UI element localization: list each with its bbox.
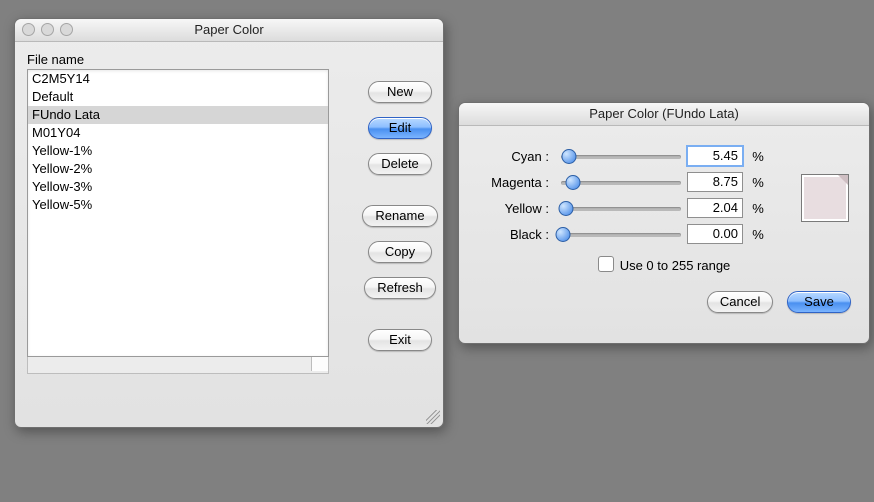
traffic-lights bbox=[22, 23, 73, 36]
titlebar[interactable]: Paper Color bbox=[15, 19, 443, 42]
magenta-value-input[interactable]: 8.75 bbox=[687, 172, 743, 192]
yellow-label: Yellow : bbox=[477, 201, 555, 216]
paper-color-edit-window: Paper Color (FUndo Lata) Cyan : 5.45 % M… bbox=[458, 102, 870, 344]
close-icon[interactable] bbox=[22, 23, 35, 36]
delete-button[interactable]: Delete bbox=[368, 153, 432, 175]
copy-button[interactable]: Copy bbox=[368, 241, 432, 263]
color-swatch bbox=[801, 174, 849, 222]
window-title: Paper Color (FUndo Lata) bbox=[589, 106, 739, 121]
black-row: Black : 0.00 % bbox=[477, 222, 851, 246]
window-title: Paper Color bbox=[194, 22, 263, 37]
list-item[interactable]: C2M5Y14 bbox=[28, 70, 328, 88]
percent-label: % bbox=[749, 149, 767, 164]
range-checkbox-label: Use 0 to 255 range bbox=[620, 258, 731, 273]
yellow-value-input[interactable]: 2.04 bbox=[687, 198, 743, 218]
file-name-label: File name bbox=[27, 52, 431, 67]
yellow-slider[interactable] bbox=[561, 201, 681, 215]
range-checkbox-row: Use 0 to 255 range bbox=[477, 256, 851, 273]
cancel-button[interactable]: Cancel bbox=[707, 291, 773, 313]
titlebar[interactable]: Paper Color (FUndo Lata) bbox=[459, 103, 869, 126]
list-item[interactable]: Default bbox=[28, 88, 328, 106]
refresh-button[interactable]: Refresh bbox=[364, 277, 436, 299]
zoom-icon[interactable] bbox=[60, 23, 73, 36]
list-item[interactable]: Yellow-1% bbox=[28, 142, 328, 160]
cyan-slider[interactable] bbox=[561, 149, 681, 163]
range-checkbox[interactable] bbox=[598, 256, 614, 272]
percent-label: % bbox=[749, 175, 767, 190]
horizontal-scrollbar[interactable] bbox=[27, 357, 329, 374]
yellow-row: Yellow : 2.04 % bbox=[477, 196, 851, 220]
cyan-label: Cyan : bbox=[477, 149, 555, 164]
save-button[interactable]: Save bbox=[787, 291, 851, 313]
resize-grip-icon[interactable] bbox=[426, 410, 440, 424]
exit-button[interactable]: Exit bbox=[368, 329, 432, 351]
magenta-slider[interactable] bbox=[561, 175, 681, 189]
scrollbar-thumb[interactable] bbox=[311, 357, 328, 371]
edit-button[interactable]: Edit bbox=[368, 117, 432, 139]
black-slider[interactable] bbox=[561, 227, 681, 241]
paper-color-window: Paper Color File name C2M5Y14DefaultFUnd… bbox=[14, 18, 444, 428]
file-list[interactable]: C2M5Y14DefaultFUndo LataM01Y04Yellow-1%Y… bbox=[27, 69, 329, 357]
new-button[interactable]: New bbox=[368, 81, 432, 103]
minimize-icon[interactable] bbox=[41, 23, 54, 36]
list-item[interactable]: Yellow-3% bbox=[28, 178, 328, 196]
magenta-label: Magenta : bbox=[477, 175, 555, 190]
percent-label: % bbox=[749, 201, 767, 216]
list-item[interactable]: Yellow-5% bbox=[28, 196, 328, 214]
cyan-row: Cyan : 5.45 % bbox=[477, 144, 851, 168]
list-item[interactable]: Yellow-2% bbox=[28, 160, 328, 178]
cyan-value-input[interactable]: 5.45 bbox=[687, 146, 743, 166]
rename-button[interactable]: Rename bbox=[362, 205, 437, 227]
list-item[interactable]: M01Y04 bbox=[28, 124, 328, 142]
list-item[interactable]: FUndo Lata bbox=[28, 106, 328, 124]
black-label: Black : bbox=[477, 227, 555, 242]
black-value-input[interactable]: 0.00 bbox=[687, 224, 743, 244]
magenta-row: Magenta : 8.75 % bbox=[477, 170, 851, 194]
percent-label: % bbox=[749, 227, 767, 242]
